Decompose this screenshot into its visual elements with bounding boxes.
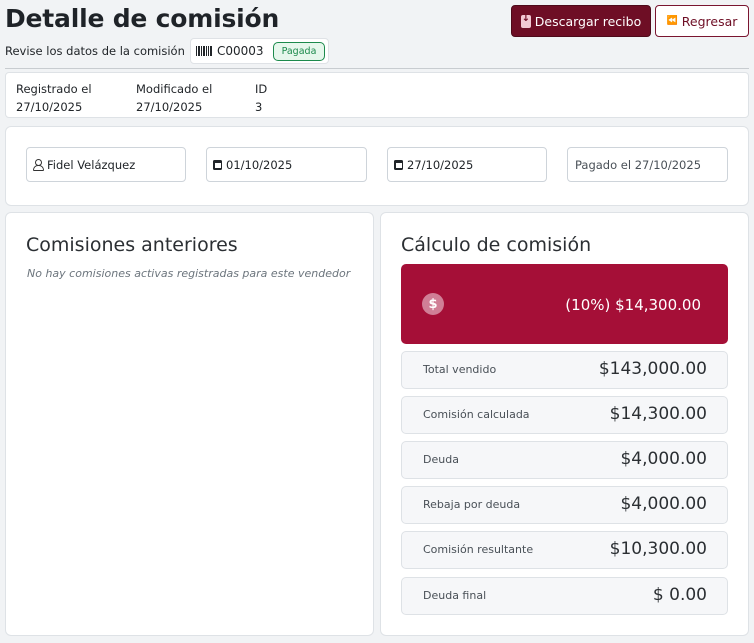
calculation-title: Cálculo de comisión: [401, 234, 592, 256]
filters-card: Fidel Velázquez 01/10/2025 27/10/2025 Pa…: [5, 126, 749, 206]
end-date-value: 27/10/2025: [407, 157, 474, 172]
row-label: Deuda final: [423, 589, 487, 602]
list-item: Deuda $4,000.00: [401, 441, 728, 479]
commission-highlight: $ (10%) $14,300.00: [401, 264, 728, 344]
id-label: ID: [255, 82, 268, 96]
back-label: Regresar: [681, 13, 738, 29]
registered-label: Registrado el: [16, 82, 92, 96]
commission-code: C00003: [217, 44, 264, 58]
id-value: 3: [255, 100, 263, 114]
metadata-card: Registrado el 27/10/2025 Modificado el 2…: [5, 72, 749, 118]
row-value: $143,000.00: [598, 359, 707, 379]
empty-state-message: No hay comisiones activas registradas pa…: [27, 267, 351, 280]
row-value: $14,300.00: [609, 404, 707, 424]
header-divider: [5, 68, 749, 69]
list-item: Comisión resultante $10,300.00: [401, 531, 728, 569]
list-item: Rebaja por deuda $4,000.00: [401, 486, 728, 524]
download-receipt-button[interactable]: Descargar recibo: [511, 5, 651, 37]
row-label: Deuda: [423, 453, 459, 466]
end-date-field[interactable]: 27/10/2025: [387, 147, 547, 182]
download-receipt-label: Descargar recibo: [534, 13, 642, 29]
seller-value: Fidel Velázquez: [47, 157, 136, 172]
start-date-field[interactable]: 01/10/2025: [206, 147, 367, 182]
id-info: ID 3: [255, 80, 267, 116]
user-icon: [33, 159, 44, 171]
back-button[interactable]: ⏪ Regresar: [655, 5, 749, 37]
paid-date-field[interactable]: Pagado el 27/10/2025: [567, 147, 728, 182]
paid-date-value: Pagado el 27/10/2025: [575, 157, 702, 172]
list-item: Total vendido $143,000.00: [401, 351, 728, 389]
status-badge: Pagada: [272, 41, 326, 61]
row-value: $10,300.00: [609, 539, 707, 559]
rewind-icon: ⏪: [666, 16, 678, 26]
calendar-icon: [394, 159, 403, 170]
dollar-icon: $: [422, 293, 444, 315]
row-value: $ 0.00: [652, 585, 707, 605]
page-title: Detalle de comisión: [5, 4, 280, 33]
registered-value: 27/10/2025: [16, 100, 83, 114]
row-label: Comisión resultante: [423, 543, 534, 556]
row-label: Rebaja por deuda: [423, 498, 521, 511]
start-date-value: 01/10/2025: [226, 157, 293, 172]
file-download-icon: [520, 13, 531, 28]
row-label: Total vendido: [423, 363, 497, 376]
row-label: Comisión calculada: [423, 408, 530, 421]
commission-highlight-value: (10%) $14,300.00: [565, 296, 701, 314]
calendar-icon: [213, 159, 222, 170]
modified-info: Modificado el 27/10/2025: [136, 80, 212, 116]
barcode-icon: [196, 46, 212, 56]
commission-code-chip: C00003 Pagada: [190, 38, 329, 64]
list-item: Deuda final $ 0.00: [401, 577, 728, 615]
previous-commissions-card: Comisiones anteriores No hay comisiones …: [5, 212, 374, 636]
row-value: $4,000.00: [620, 494, 707, 514]
previous-commissions-title: Comisiones anteriores: [26, 234, 238, 256]
commission-calculation-card: Cálculo de comisión $ (10%) $14,300.00 T…: [380, 212, 749, 636]
registered-info: Registrado el 27/10/2025: [16, 80, 92, 116]
row-value: $4,000.00: [620, 449, 707, 469]
modified-label: Modificado el: [136, 82, 213, 96]
list-item: Comisión calculada $14,300.00: [401, 396, 728, 434]
modified-value: 27/10/2025: [136, 100, 203, 114]
seller-field[interactable]: Fidel Velázquez: [26, 147, 186, 182]
page-subtitle: Revise los datos de la comisión: [5, 44, 185, 58]
